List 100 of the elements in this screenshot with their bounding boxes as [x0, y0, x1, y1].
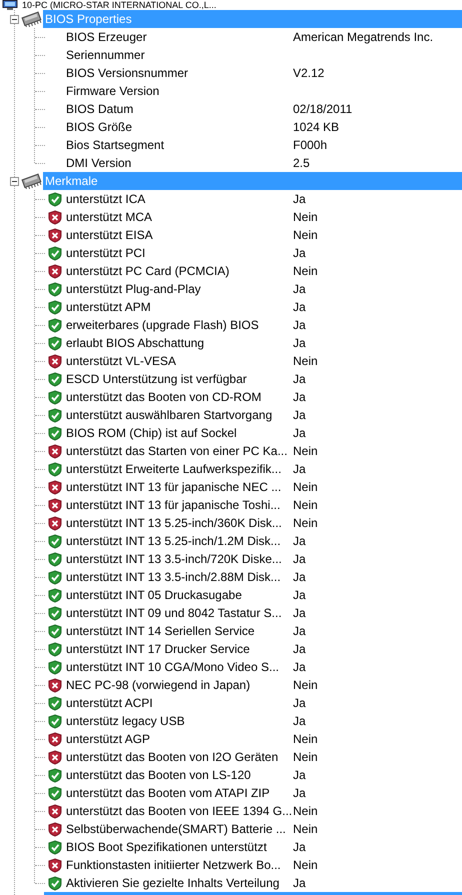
property-name: unterstützt PCI — [65, 245, 146, 262]
property-value: Ja — [293, 299, 306, 316]
property-name: unterstützt APM — [65, 299, 152, 316]
property-value: Ja — [293, 533, 306, 550]
property-name: unterstützt EISA — [65, 227, 154, 244]
property-value: Nein — [293, 443, 318, 460]
property-name: unterstützt INT 09 und 8042 Tastatur S... — [65, 605, 283, 622]
property-name: unterstützt AGP — [65, 731, 152, 748]
property-name: BIOS ROM (Chip) ist auf Sockel — [65, 425, 238, 442]
property-name: unterstützt das Booten vom ATAPI ZIP — [65, 785, 271, 802]
property-value: Ja — [293, 875, 306, 892]
property-name: unterstützt PC Card (PCMCIA) — [65, 263, 230, 280]
property-value: Ja — [293, 389, 306, 406]
property-value: F000h — [293, 137, 328, 154]
property-name: unterstützt das Booten von I2O Geräten — [65, 749, 280, 766]
property-value: 1024 KB — [293, 119, 340, 136]
property-name: unterstützt MCA — [65, 209, 154, 226]
property-name: Bios Startsegment — [65, 137, 166, 154]
property-name: ESCD Unterstützung ist verfügbar — [65, 371, 248, 388]
property-name: Seriennummer — [65, 47, 146, 64]
collapse-toggle[interactable] — [10, 176, 19, 186]
property-value: 02/18/2011 — [293, 101, 352, 118]
property-name: BIOS Erzeuger — [65, 29, 148, 46]
computer-icon — [2, 0, 18, 10]
property-value: Ja — [293, 839, 306, 856]
property-value: Ja — [293, 713, 306, 730]
property-value: Nein — [293, 857, 318, 874]
property-name: unterstützt INT 13 für japanische NEC ... — [65, 479, 282, 496]
property-name: Selbstüberwachende(SMART) Batterie ... — [65, 821, 287, 838]
property-name: Aktivieren Sie gezielte Inhalts Verteilung — [65, 875, 280, 892]
property-name: erweiterbares (upgrade Flash) BIOS — [65, 317, 260, 334]
property-value: Ja — [293, 785, 306, 802]
collapse-toggle[interactable] — [10, 14, 19, 24]
property-value: Ja — [293, 767, 306, 784]
property-value: Ja — [293, 641, 306, 658]
property-value: V2.12 — [293, 65, 324, 82]
property-name: unterstützt INT 17 Drucker Service — [65, 641, 251, 658]
property-name: unterstützt das Booten von CD-ROM — [65, 389, 262, 406]
property-value: Ja — [293, 407, 306, 424]
property-value: Ja — [293, 317, 306, 334]
property-name: DMI Version — [65, 155, 132, 172]
property-value: Nein — [293, 677, 318, 694]
property-value: 2.5 — [293, 155, 310, 172]
property-name: unterstützt das Starten von einer PC Ka... — [65, 443, 288, 460]
property-name: unterstützt INT 13 für japanische Toshi... — [65, 497, 282, 514]
property-value: Ja — [293, 551, 306, 568]
property-name: unterstützt Plug-and-Play — [65, 281, 202, 298]
chip-icon — [19, 173, 43, 189]
property-value: Nein — [293, 227, 318, 244]
property-value: Ja — [293, 281, 306, 298]
property-name: BIOS Datum — [65, 101, 134, 118]
property-value: Ja — [293, 695, 306, 712]
property-name: unterstützt INT 05 Druckasugabe — [65, 587, 243, 604]
property-value: Ja — [293, 569, 306, 586]
property-name: NEC PC-98 (vorwiegend in Japan) — [65, 677, 252, 694]
property-name: unterstützt das Booten von LS-120 — [65, 767, 252, 784]
property-name: unterstützt INT 13 5.25-inch/360K Disk... — [65, 515, 283, 532]
property-name: erlaubt BIOS Abschattung — [65, 335, 206, 352]
property-value: Ja — [293, 371, 306, 388]
property-value: Nein — [293, 515, 318, 532]
property-name: unterstützt INT 13 3.5-inch/2.88M Disk... — [65, 569, 282, 586]
property-name: unterstützt das Booten von IEEE 1394 G... — [65, 803, 293, 820]
property-name: Funktionstasten initiierter Netzwerk Bo... — [65, 857, 282, 874]
property-value: Ja — [293, 425, 306, 442]
property-name: unterstützt INT 13 5.25-inch/1.2M Disk... — [65, 533, 282, 550]
property-value: Nein — [293, 731, 318, 748]
property-name: unterstützt ICA — [65, 191, 146, 208]
property-name: BIOS Boot Spezifikationen unterstützt — [65, 839, 268, 856]
property-value: Ja — [293, 191, 306, 208]
property-value: Ja — [293, 461, 306, 478]
chip-icon — [19, 11, 43, 27]
property-name: unterstützt auswählbaren Startvorgang — [65, 407, 274, 424]
property-value: Ja — [293, 245, 306, 262]
group-header[interactable]: BIOS Properties — [43, 10, 462, 28]
property-name: unterstütz legacy USB — [65, 713, 186, 730]
tree-item[interactable]: 10-PC (MICRO-STAR INTERNATIONAL CO.,L... — [22, 0, 216, 10]
property-value: Nein — [293, 263, 318, 280]
property-value: Nein — [293, 209, 318, 226]
property-name: unterstützt ACPI — [65, 695, 154, 712]
property-value: Ja — [293, 335, 306, 352]
property-name: unterstützt Erweiterte Laufwerkspezifik... — [65, 461, 282, 478]
property-name: BIOS Versionsnummer — [65, 65, 190, 82]
property-name: Firmware Version — [65, 83, 160, 100]
property-value: Nein — [293, 803, 318, 820]
property-value: Ja — [293, 623, 306, 640]
group-header[interactable]: Merkmale — [43, 172, 462, 190]
property-name: unterstützt INT 14 Seriellen Service — [65, 623, 256, 640]
property-value: American Megatrends Inc. — [293, 29, 434, 46]
property-value: Nein — [293, 821, 318, 838]
property-value: Ja — [293, 659, 306, 676]
property-value: Nein — [293, 479, 318, 496]
property-value: Nein — [293, 749, 318, 766]
property-value: Nein — [293, 353, 318, 370]
property-value: Ja — [293, 605, 306, 622]
property-name: unterstützt VL-VESA — [65, 353, 178, 370]
property-name: unterstützt INT 13 3.5-inch/720K Diske... — [65, 551, 283, 568]
property-value: Nein — [293, 497, 318, 514]
property-name: unterstützt INT 10 CGA/Mono Video S... — [65, 659, 280, 676]
property-value: Ja — [293, 587, 306, 604]
property-name: BIOS Größe — [65, 119, 134, 136]
